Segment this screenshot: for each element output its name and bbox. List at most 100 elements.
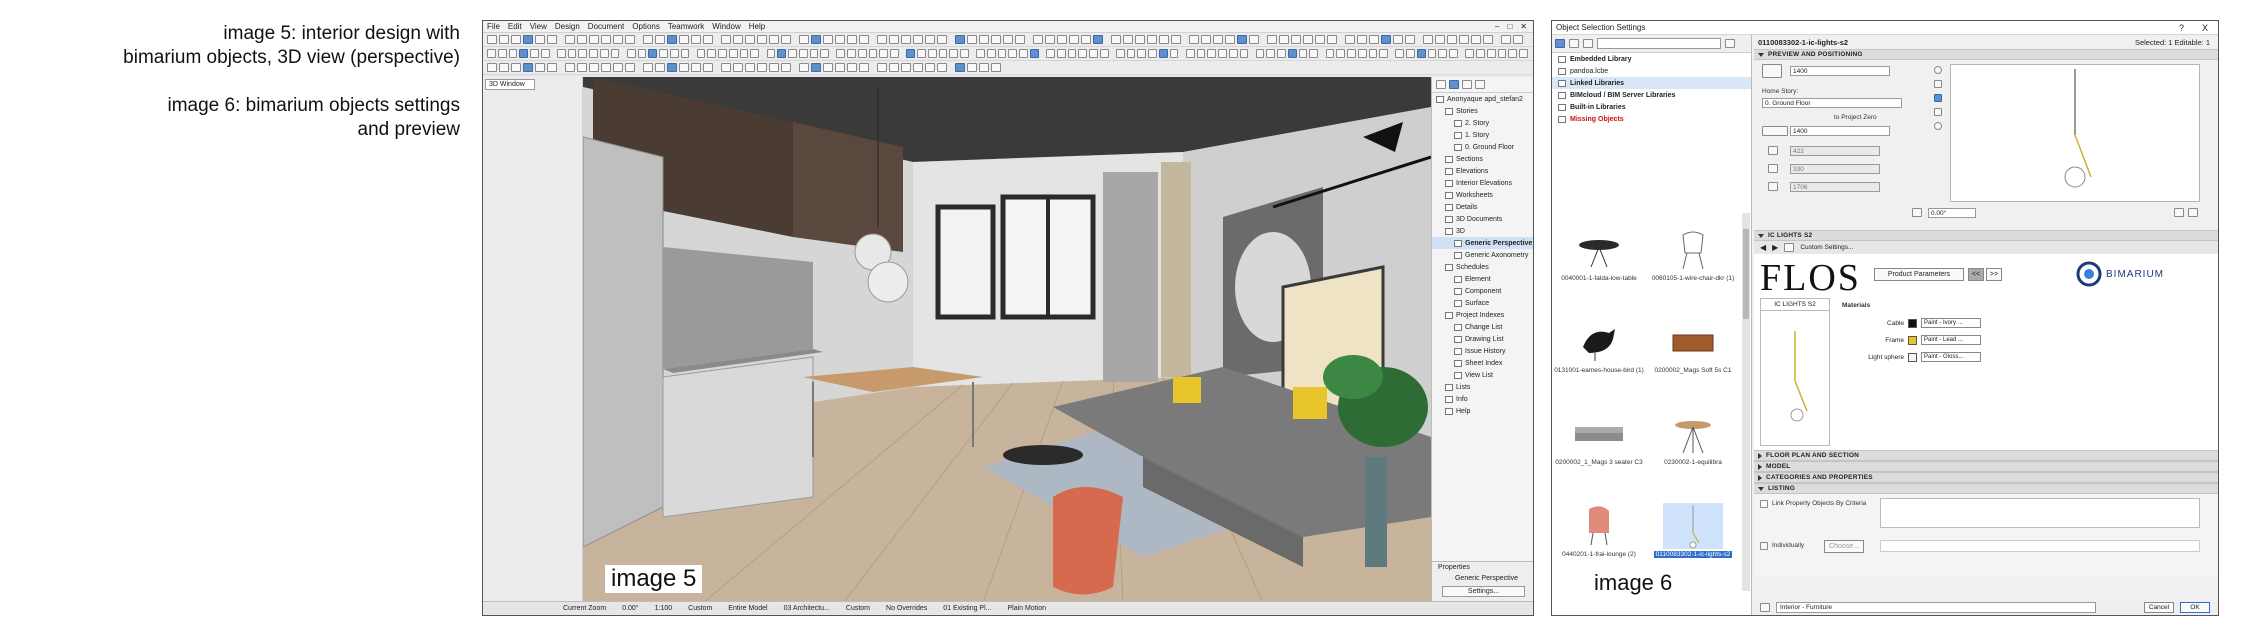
toolbar-tool-icon[interactable] xyxy=(967,35,977,44)
zoom-fit-icon[interactable] xyxy=(2174,208,2184,217)
toolbar-tool-icon[interactable] xyxy=(937,63,947,72)
section-listing[interactable]: LISTING xyxy=(1754,483,2218,494)
toolbar-tool-icon[interactable] xyxy=(648,49,657,58)
toolbar-tool-icon[interactable] xyxy=(745,63,755,72)
toolbar-tool-icon[interactable] xyxy=(691,35,701,44)
toolbar-tool-icon[interactable] xyxy=(625,35,635,44)
toolbar-tool-icon[interactable] xyxy=(487,49,496,58)
toolbar-tool-icon[interactable] xyxy=(487,35,497,44)
toolbar-tool-icon[interactable] xyxy=(540,49,550,58)
toolbar-tool-icon[interactable] xyxy=(577,63,587,72)
toolbar-tool-icon[interactable] xyxy=(1126,49,1136,58)
menu-edit[interactable]: Edit xyxy=(508,22,522,31)
toolbar-tool-icon[interactable] xyxy=(1513,35,1523,44)
navigator-item[interactable]: Change List xyxy=(1432,321,1533,333)
toolbar-tool-icon[interactable] xyxy=(757,63,767,72)
toolbar-tool-icon[interactable] xyxy=(1046,49,1055,58)
toolbar-tool-icon[interactable] xyxy=(655,63,665,72)
dim-z-field[interactable]: 1706 xyxy=(1790,182,1880,192)
toolbar-tool-icon[interactable] xyxy=(523,35,533,44)
toolbar-tool-icon[interactable] xyxy=(637,49,647,58)
toolbar-tool-icon[interactable] xyxy=(601,35,611,44)
toolbar-tool-icon[interactable] xyxy=(556,49,566,58)
close-icon[interactable]: ✕ xyxy=(1520,22,1527,31)
prev-page-button[interactable]: << xyxy=(1968,268,1984,281)
toolbar-tool-icon[interactable] xyxy=(679,63,689,72)
section-floor-plan[interactable]: FLOOR PLAN AND SECTION xyxy=(1754,450,2218,461)
toolbar-tool-icon[interactable] xyxy=(1435,35,1445,44)
toolbar-tool-icon[interactable] xyxy=(1483,35,1493,44)
toolbar-tool-icon[interactable] xyxy=(927,49,937,58)
toolbar-tool-icon[interactable] xyxy=(1147,35,1157,44)
toolbar-tool-icon[interactable] xyxy=(879,49,889,58)
custom-settings-select[interactable]: Custom Settings... xyxy=(1800,244,1853,251)
preview-3d-icon[interactable] xyxy=(1934,94,1942,102)
status-item[interactable]: Current Zoom xyxy=(563,605,606,612)
navigator-item[interactable]: Schedules xyxy=(1432,261,1533,273)
toolbar-tool-icon[interactable] xyxy=(578,49,588,58)
navigator-item[interactable]: 0. Ground Floor xyxy=(1432,141,1533,153)
toolbar-tool-icon[interactable] xyxy=(938,49,948,58)
toolbar-tool-icon[interactable] xyxy=(781,35,791,44)
menu-file[interactable]: File xyxy=(487,22,500,31)
toolbar-tool-icon[interactable] xyxy=(497,49,507,58)
toolbar-tool-icon[interactable] xyxy=(1277,49,1286,58)
toolbar-tool-icon[interactable] xyxy=(868,49,878,58)
preview-front-icon[interactable] xyxy=(1934,108,1942,116)
toolbar-tool-icon[interactable] xyxy=(669,49,679,58)
object-thumbnail[interactable]: 0200002_Mags Soft 5s C1 xyxy=(1646,315,1740,393)
toolbar-tool-icon[interactable] xyxy=(667,63,677,72)
toolbar-tool-icon[interactable] xyxy=(1015,35,1025,44)
navigator-item[interactable]: 3D xyxy=(1432,225,1533,237)
toolbar-tool-icon[interactable] xyxy=(530,49,539,58)
toolbar-tool-icon[interactable] xyxy=(997,49,1007,58)
individually-checkbox[interactable] xyxy=(1760,542,1768,550)
toolbar-tool-icon[interactable] xyxy=(757,35,767,44)
toolbar-tool-icon[interactable] xyxy=(547,35,557,44)
toolbar-tool-icon[interactable] xyxy=(1067,49,1077,58)
status-item[interactable]: 0.00° xyxy=(622,605,638,612)
next-arrow-icon[interactable]: ▶ xyxy=(1772,243,1778,252)
toolbar-tool-icon[interactable] xyxy=(739,49,749,58)
view-map-icon[interactable] xyxy=(1449,80,1459,89)
toolbar-tool-icon[interactable] xyxy=(835,63,845,72)
status-item[interactable]: Plain Motion xyxy=(1008,605,1047,612)
toolbar-tool-icon[interactable] xyxy=(890,49,899,58)
toolbar-tool-icon[interactable] xyxy=(1423,35,1433,44)
toolbar-tool-icon[interactable] xyxy=(589,35,599,44)
toolbar-tool-icon[interactable] xyxy=(823,63,833,72)
toolbar-tool-icon[interactable] xyxy=(949,49,958,58)
minimize-icon[interactable]: – xyxy=(1495,22,1499,31)
toolbar-tool-icon[interactable] xyxy=(643,63,653,72)
menu-design[interactable]: Design xyxy=(555,22,580,31)
status-item[interactable]: 03 Architectu... xyxy=(784,605,830,612)
3d-perspective-view[interactable]: image 5 xyxy=(583,77,1431,601)
toolbar-tool-icon[interactable] xyxy=(877,35,887,44)
toolbar-tool-icon[interactable] xyxy=(599,49,609,58)
toolbar-tool-icon[interactable] xyxy=(906,49,915,58)
cancel-button[interactable]: Cancel xyxy=(2144,601,2174,613)
toolbar-tool-icon[interactable] xyxy=(511,63,521,72)
toolbar-tool-icon[interactable] xyxy=(1309,49,1319,58)
toolbar-tool-icon[interactable] xyxy=(1357,35,1367,44)
toolbar-tool-icon[interactable] xyxy=(1486,49,1496,58)
material-select[interactable]: Paint - Lead ... xyxy=(1921,335,1981,345)
toolbar-tool-icon[interactable] xyxy=(659,49,668,58)
status-item[interactable]: Entire Model xyxy=(728,605,767,612)
object-thumbnail[interactable]: 0440201-1-frai-lounge (2) xyxy=(1552,499,1646,577)
toolbar-tool-icon[interactable] xyxy=(1279,35,1289,44)
toolbar-tool-icon[interactable] xyxy=(781,63,791,72)
toolbar-tool-icon[interactable] xyxy=(809,49,819,58)
search-icon[interactable] xyxy=(1583,39,1593,48)
toolbar-tool-icon[interactable] xyxy=(913,63,923,72)
navigator-item[interactable]: 3D Documents xyxy=(1432,213,1533,225)
material-select[interactable]: Paint - Ivory ... xyxy=(1921,318,1981,328)
toolbar-tool-icon[interactable] xyxy=(1225,35,1235,44)
toolbar-tool-icon[interactable] xyxy=(1357,49,1367,58)
toolbar-tool-icon[interactable] xyxy=(1336,49,1345,58)
toolbar-tool-icon[interactable] xyxy=(680,49,690,58)
toolbar-tool-icon[interactable] xyxy=(1045,35,1055,44)
navigator-item[interactable]: Info xyxy=(1432,393,1533,405)
library-item[interactable]: Built-in Libraries xyxy=(1552,101,1751,113)
toolbar-tool-icon[interactable] xyxy=(1207,49,1216,58)
